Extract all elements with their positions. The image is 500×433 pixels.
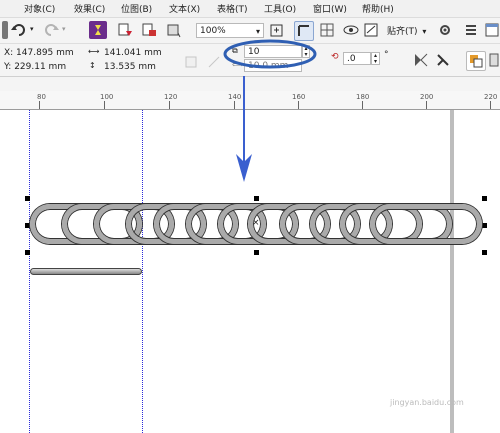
ruler-label: 220 (484, 93, 498, 101)
menu-bitmap[interactable]: 位图(B) (121, 2, 152, 15)
ruler-label: 160 (292, 93, 306, 101)
chevron-down-icon: ▾ (255, 27, 260, 36)
application-launcher-button[interactable] (164, 21, 182, 39)
redo-button[interactable] (42, 21, 60, 39)
zoom-value: 100% (200, 26, 226, 36)
more-options-button[interactable] (488, 51, 500, 69)
watermark-text: jingyan.baidu.com (390, 398, 464, 407)
arrange-icon (470, 55, 483, 68)
mirror-vertical-icon (437, 54, 449, 66)
import-button[interactable] (89, 21, 107, 39)
menu-effects[interactable]: 效果(C) (74, 2, 105, 15)
ruler-label: 120 (164, 93, 178, 101)
undo-dropdown-icon[interactable]: ▾ (30, 25, 34, 33)
view-mode-icon (364, 23, 378, 37)
selection-handle[interactable] (482, 223, 487, 228)
x-position-value: X: 147.895 mm (4, 48, 74, 58)
view-mode-button[interactable] (362, 21, 380, 39)
selection-handle[interactable] (254, 196, 259, 201)
rotation-angle-field[interactable]: .0 (343, 52, 371, 65)
ruler-label: 200 (420, 93, 434, 101)
guideline[interactable] (142, 110, 143, 433)
height-icon: ↕ (89, 61, 96, 70)
capsule-shape[interactable] (370, 204, 482, 244)
lock-ratio-icon (185, 56, 197, 68)
selection-handle[interactable] (25, 250, 30, 255)
y-position-value: Y: 229.11 mm (4, 62, 67, 72)
ruler-label: 80 (37, 93, 46, 101)
mirror-horizontal-icon (415, 53, 428, 67)
import-icon (95, 25, 101, 35)
drawing-canvas[interactable]: × jingyan.baidu.com (0, 76, 500, 433)
selection-handle[interactable] (482, 196, 487, 201)
pdf-icon (142, 23, 156, 36)
publish-pdf-button[interactable] (140, 21, 158, 39)
overflow-icon (489, 53, 499, 67)
selection-handle[interactable] (482, 250, 487, 255)
undo-icon (11, 24, 25, 36)
options-button[interactable] (436, 21, 454, 39)
export-button[interactable] (116, 21, 134, 39)
arrange-button[interactable] (466, 51, 486, 71)
grid-icon (320, 23, 334, 37)
snap-to-menu[interactable]: 贴齐(T) ▾ (387, 24, 426, 37)
settings-list-icon (466, 25, 476, 35)
degree-symbol: ° (384, 50, 389, 60)
ruler-label: 180 (356, 93, 370, 101)
height-field[interactable]: 13.535 mm (100, 60, 172, 73)
ruler-tick (298, 101, 299, 109)
show-grid-button[interactable] (318, 21, 336, 39)
snap-to-label: 贴齐(T) (387, 27, 418, 37)
width-value: 141.041 mm (104, 48, 162, 58)
docker-icon (485, 23, 499, 37)
undo-button[interactable] (10, 21, 28, 39)
rotation-angle-value: .0 (347, 54, 356, 64)
mirror-button[interactable] (205, 53, 223, 71)
ruler-tick (39, 101, 40, 109)
height-value: 13.535 mm (104, 62, 156, 72)
menu-window[interactable]: 窗口(W) (313, 2, 347, 15)
menu-object[interactable]: 对象(C) (24, 2, 55, 15)
show-guidelines-button[interactable] (342, 21, 360, 39)
chevron-down-icon: ▾ (422, 27, 427, 36)
rotation-stepper[interactable]: ▴ ▾ (371, 52, 380, 65)
thin-capsule-shape[interactable] (30, 268, 142, 275)
ruler-tick (169, 101, 170, 109)
mirror-icon (208, 56, 220, 68)
zoom-select[interactable]: 100% ▾ (196, 23, 264, 38)
property-bar: X: 147.895 mm Y: 229.11 mm ⟷ 141.041 mm … (0, 39, 500, 77)
mirror-vertical-button[interactable] (434, 51, 452, 69)
menu-text[interactable]: 文本(X) (169, 2, 200, 15)
menu-table[interactable]: 表格(T) (217, 2, 248, 15)
page-border (450, 110, 454, 433)
selection-handle[interactable] (254, 250, 259, 255)
ruler-tick (362, 101, 363, 109)
rotation-icon: ⟲ (331, 52, 339, 62)
application-settings-button[interactable] (462, 21, 480, 39)
y-position-field[interactable]: Y: 229.11 mm (0, 60, 80, 73)
width-field[interactable]: 141.041 mm (100, 46, 172, 59)
x-position-field[interactable]: X: 147.895 mm (0, 46, 80, 59)
menu-help[interactable]: 帮助(H) (362, 2, 394, 15)
redo-dropdown-icon[interactable]: ▾ (62, 25, 66, 33)
ruler-tick (426, 101, 427, 109)
highlight-ellipse (223, 39, 317, 69)
launcher-icon (167, 24, 181, 38)
gear-icon (440, 25, 450, 35)
eye-icon (343, 25, 359, 35)
width-icon: ⟷ (88, 47, 100, 56)
docker-button[interactable] (484, 21, 500, 39)
ruler-label: 100 (100, 93, 114, 101)
mirror-horizontal-button[interactable] (412, 51, 430, 69)
ruler-tick (490, 101, 491, 109)
lock-ratio-button[interactable] (182, 53, 200, 71)
menu-bar: 对象(C) 效果(C) 位图(B) 文本(X) 表格(T) 工具(O) 窗口(W… (0, 0, 500, 18)
redo-icon (45, 24, 59, 36)
selection-handle[interactable] (25, 196, 30, 201)
ruler-tick (104, 101, 105, 109)
instruction-arrow (236, 76, 252, 182)
toolbar-handle (2, 21, 8, 39)
export-icon (118, 23, 132, 36)
menu-tools[interactable]: 工具(O) (264, 2, 296, 15)
